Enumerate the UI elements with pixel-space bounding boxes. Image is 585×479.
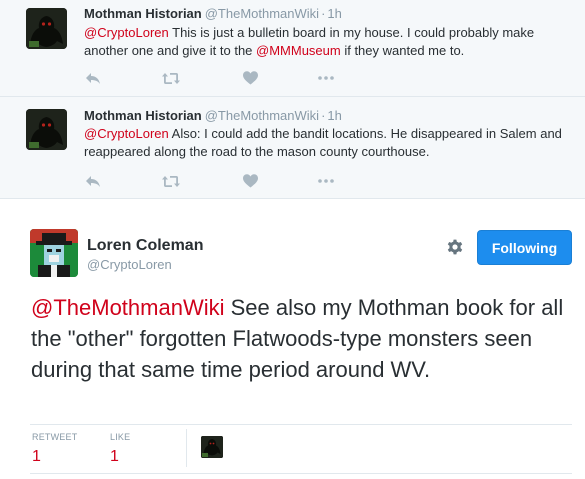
reply-header: Mothman Historian @TheMothmanWiki · 1h xyxy=(84,108,342,124)
divider xyxy=(186,429,187,467)
reply-header: Mothman Historian @TheMothmanWiki · 1h xyxy=(84,6,342,22)
retweet-label: RETWEET xyxy=(32,432,78,442)
reply-tweet[interactable]: Mothman Historian @TheMothmanWiki · 1h @Cry… xyxy=(0,0,585,97)
timestamp[interactable]: 1h xyxy=(327,108,341,123)
tweet-actions xyxy=(84,173,344,189)
tweet-actions xyxy=(84,70,344,86)
mention-link[interactable]: @TheMothmanWiki xyxy=(31,295,225,320)
divider xyxy=(30,424,572,425)
avatar[interactable] xyxy=(30,229,78,277)
reply-icon[interactable] xyxy=(84,70,102,86)
retweet-stat[interactable]: RETWEET 1 xyxy=(32,432,77,468)
separator: · xyxy=(321,108,326,123)
mention-link[interactable]: @CryptoLoren xyxy=(84,126,169,141)
like-stat[interactable]: LIKE 1 xyxy=(110,432,130,468)
author-handle[interactable]: @TheMothmanWiki xyxy=(205,108,319,123)
retweet-icon[interactable] xyxy=(162,70,180,86)
author-name[interactable]: Mothman Historian xyxy=(84,108,202,123)
reply-tweet[interactable]: Mothman Historian @TheMothmanWiki · 1h @Cry… xyxy=(0,97,585,199)
avatar[interactable] xyxy=(26,109,67,150)
like-label: LIKE xyxy=(110,432,131,442)
retweet-count[interactable]: 1 xyxy=(32,446,77,468)
following-button[interactable]: Following xyxy=(477,230,572,265)
like-count[interactable]: 1 xyxy=(110,446,130,468)
tweet-text: @CryptoLoren This is just a bulletin boa… xyxy=(84,24,574,60)
avatar[interactable] xyxy=(26,8,67,49)
retweet-icon[interactable] xyxy=(162,173,180,189)
tweet-text: @CryptoLoren Also: I could add the bandi… xyxy=(84,125,574,161)
reply-icon[interactable] xyxy=(84,173,102,189)
separator: · xyxy=(321,6,326,21)
heart-icon[interactable] xyxy=(241,70,259,86)
tweet-body: if they wanted me to. xyxy=(340,43,465,58)
author-handle[interactable]: @TheMothmanWiki xyxy=(205,6,319,21)
divider xyxy=(30,473,572,474)
gear-icon[interactable] xyxy=(446,238,464,256)
more-dots-icon[interactable] xyxy=(317,70,335,86)
main-tweet: Loren Coleman @CryptoLoren Following @Th… xyxy=(0,199,585,479)
heart-icon[interactable] xyxy=(241,173,259,189)
more-dots-icon[interactable] xyxy=(317,173,335,189)
author-name[interactable]: Mothman Historian xyxy=(84,6,202,21)
tweet-text: @TheMothmanWiki See also my Mothman book… xyxy=(31,292,571,385)
mention-link[interactable]: @CryptoLoren xyxy=(84,25,169,40)
timestamp[interactable]: 1h xyxy=(327,6,341,21)
author-name[interactable]: Loren Coleman xyxy=(87,236,203,256)
mention-link[interactable]: @MMMuseum xyxy=(256,43,341,58)
author-handle[interactable]: @CryptoLoren xyxy=(87,257,172,273)
liker-avatar[interactable] xyxy=(201,436,223,458)
